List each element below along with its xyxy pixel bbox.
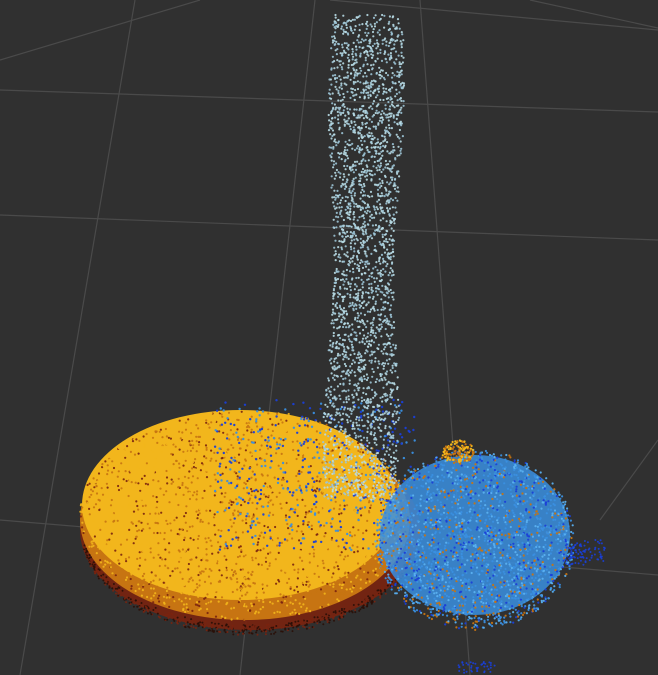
3d-viewport[interactable] — [0, 0, 658, 675]
scene-canvas[interactable] — [0, 0, 658, 675]
